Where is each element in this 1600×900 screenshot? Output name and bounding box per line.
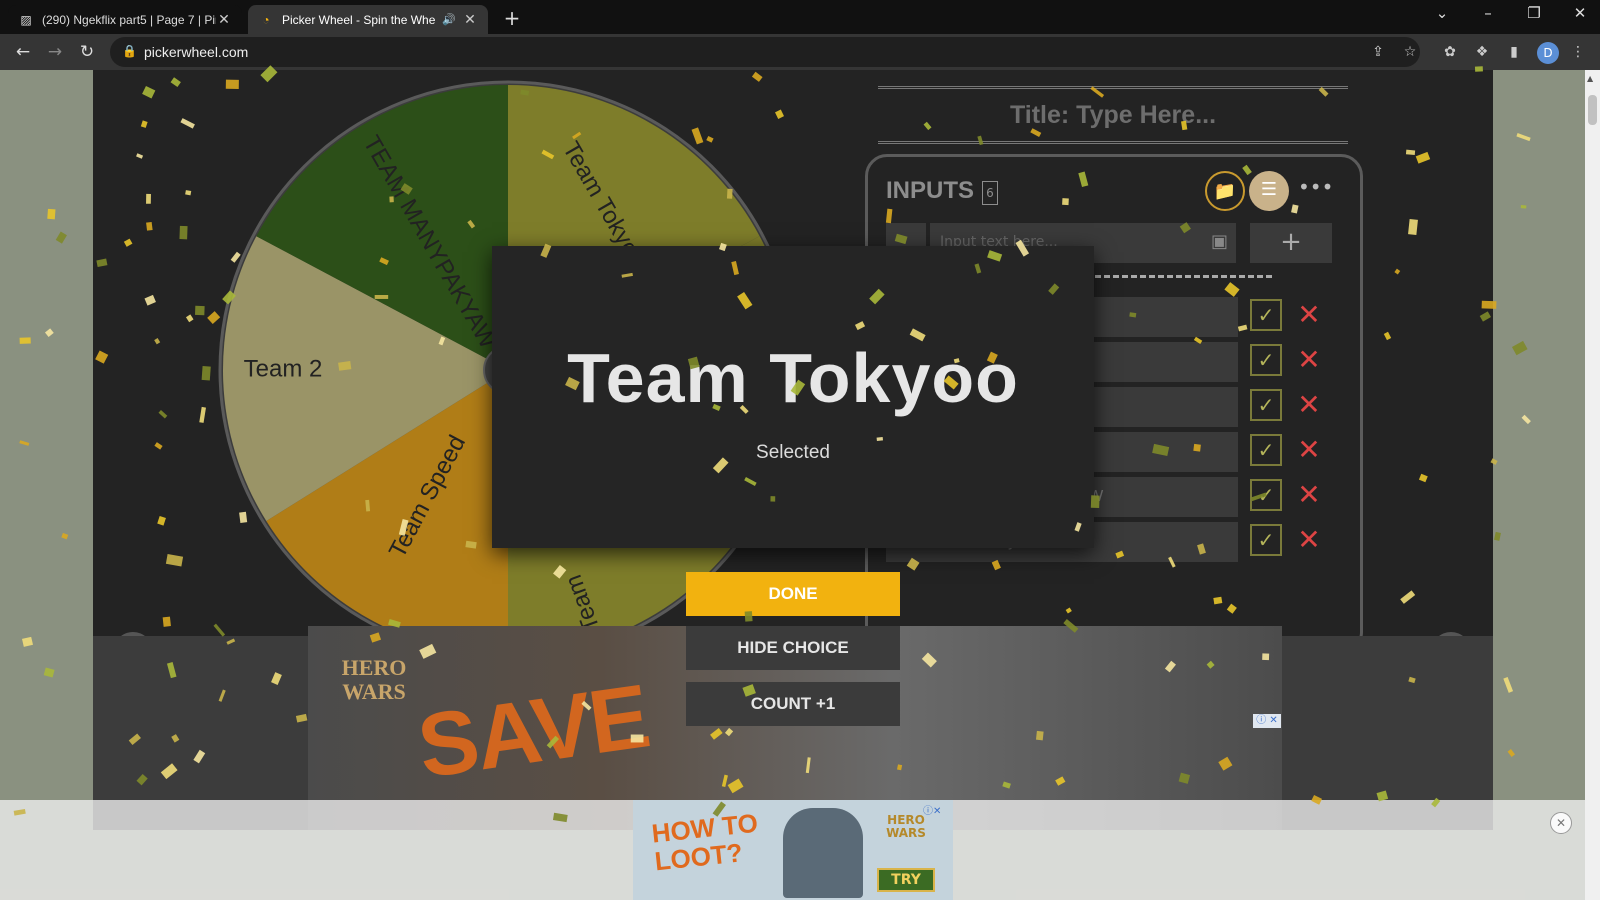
minimize-icon[interactable]: – bbox=[1468, 4, 1508, 22]
tab-search-icon[interactable]: ⌄ bbox=[1422, 4, 1462, 22]
picker-wheel-favicon-icon: ◔ bbox=[262, 12, 270, 27]
image-icon[interactable]: ▣ bbox=[1211, 231, 1228, 252]
close-ad-icon[interactable]: ✕ bbox=[1550, 812, 1572, 834]
checkmark-icon[interactable]: ✓ bbox=[1250, 344, 1282, 376]
ad-illustration bbox=[783, 808, 863, 898]
scrollbar-thumb[interactable] bbox=[1588, 95, 1597, 125]
reload-icon[interactable]: ↻ bbox=[76, 41, 98, 63]
tab-title: Picker Wheel - Spin the Whe bbox=[282, 12, 436, 27]
delete-icon[interactable]: ✕ bbox=[1294, 344, 1324, 376]
tab-title: (290) Ngekflix part5 | Page 7 | Pin bbox=[42, 12, 216, 27]
puzzle-extensions-icon[interactable]: ❖ bbox=[1472, 42, 1492, 62]
done-button[interactable]: DONE bbox=[686, 572, 900, 616]
checkmark-icon[interactable]: ✓ bbox=[1250, 479, 1282, 511]
checkmark-icon[interactable]: ✓ bbox=[1250, 434, 1282, 466]
tab-bar: ▨ (290) Ngekflix part5 | Page 7 | Pin ✕ … bbox=[0, 0, 1600, 34]
scroll-up-icon[interactable]: ▲ bbox=[1587, 74, 1593, 83]
back-icon[interactable]: ← bbox=[12, 41, 34, 63]
scrollbar[interactable]: ▲ bbox=[1585, 70, 1600, 900]
bottom-ad-logo: HERO WARS bbox=[886, 813, 926, 840]
title-placeholder: Title: Type Here... bbox=[1009, 101, 1217, 129]
wheel-segment-label: Team 2 bbox=[244, 355, 323, 382]
checkmark-icon[interactable]: ✓ bbox=[1250, 524, 1282, 556]
result-modal: Team Tokyoo Selected bbox=[492, 246, 1094, 548]
speaker-icon[interactable]: 🔊 bbox=[442, 13, 456, 26]
extension-icon[interactable]: ✿ bbox=[1440, 42, 1460, 62]
inputs-label: INPUTS bbox=[886, 177, 975, 204]
profile-avatar[interactable]: D bbox=[1537, 42, 1559, 64]
ad-close-icon[interactable]: ⓘ ✕ bbox=[1253, 714, 1281, 728]
ad-logo: HERO WARS bbox=[341, 655, 407, 704]
add-entry-button[interactable]: + bbox=[1250, 223, 1332, 263]
inputs-count-badge: 6 bbox=[982, 181, 998, 205]
delete-icon[interactable]: ✕ bbox=[1294, 479, 1324, 511]
try-button[interactable]: TRY bbox=[877, 868, 935, 892]
bottom-ad[interactable]: HOW TO LOOT? HERO WARS TRY ⓘ✕ bbox=[633, 800, 953, 900]
new-tab-icon[interactable]: + bbox=[500, 6, 524, 30]
wheel-title-input[interactable]: Title: Type Here... bbox=[878, 86, 1348, 144]
folder-icon[interactable]: 📁 bbox=[1205, 171, 1245, 211]
tab-ngekflix[interactable]: ▨ (290) Ngekflix part5 | Page 7 | Pin ✕ bbox=[8, 5, 242, 34]
bookmark-star-icon[interactable]: ☆ bbox=[1400, 42, 1420, 62]
menu-kebab-icon[interactable]: ⋮ bbox=[1568, 42, 1588, 62]
close-window-icon[interactable]: ✕ bbox=[1560, 4, 1600, 22]
ad-info-icon[interactable]: ⓘ✕ bbox=[923, 802, 941, 817]
count-plus-one-button[interactable]: COUNT +1 bbox=[686, 682, 900, 726]
result-status: Selected bbox=[756, 442, 830, 463]
checkmark-icon[interactable]: ✓ bbox=[1250, 389, 1282, 421]
site-favicon-icon: ▨ bbox=[20, 12, 32, 27]
address-bar[interactable]: 🔒 pickerwheel.com bbox=[110, 37, 1420, 67]
delete-icon[interactable]: ✕ bbox=[1294, 524, 1324, 556]
more-options-icon[interactable]: ••• bbox=[1298, 175, 1333, 199]
restore-icon[interactable]: ❐ bbox=[1514, 4, 1554, 22]
result-winner: Team Tokyoo bbox=[567, 339, 1019, 417]
close-tab-icon[interactable]: ✕ bbox=[216, 11, 232, 28]
browser-toolbar: ← → ↻ 🔒 pickerwheel.com ⇪ ☆ ✿ ❖ ▮ D ⋮ bbox=[0, 34, 1600, 70]
browser-window: ▨ (290) Ngekflix part5 | Page 7 | Pin ✕ … bbox=[0, 0, 1600, 900]
bottom-ad-headline: HOW TO LOOT? bbox=[650, 808, 762, 877]
hide-choice-button[interactable]: HIDE CHOICE bbox=[686, 626, 900, 670]
delete-icon[interactable]: ✕ bbox=[1294, 434, 1324, 466]
list-icon[interactable]: ☰ bbox=[1249, 171, 1289, 211]
forward-icon[interactable]: → bbox=[44, 41, 66, 63]
share-icon[interactable]: ⇪ bbox=[1368, 42, 1388, 62]
divider bbox=[1068, 275, 1272, 278]
tab-picker-wheel[interactable]: ◔ Picker Wheel - Spin the Whe 🔊 ✕ bbox=[248, 5, 488, 34]
ad-headline: SAVE bbox=[412, 666, 655, 798]
checkmark-icon[interactable]: ✓ bbox=[1250, 299, 1282, 331]
delete-icon[interactable]: ✕ bbox=[1294, 299, 1324, 331]
close-tab-icon[interactable]: ✕ bbox=[462, 11, 478, 28]
url-text: pickerwheel.com bbox=[144, 44, 249, 60]
side-panel-icon[interactable]: ▮ bbox=[1504, 42, 1524, 62]
lock-icon: 🔒 bbox=[122, 44, 137, 58]
delete-icon[interactable]: ✕ bbox=[1294, 389, 1324, 421]
